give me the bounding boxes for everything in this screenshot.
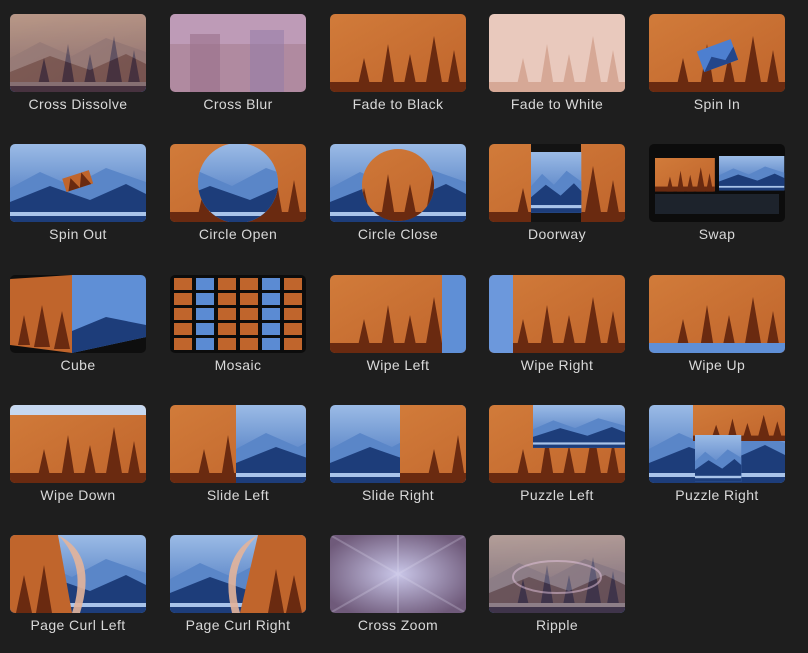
transition-label: Wipe Left (366, 357, 430, 373)
transition-label: Swap (698, 226, 736, 242)
transition-tile-cross-zoom[interactable]: Cross Zoom (330, 535, 466, 653)
transition-label: Wipe Right (520, 357, 594, 373)
transition-thumbnail (489, 405, 625, 483)
transition-label: Circle Open (198, 226, 278, 242)
transition-tile-wipe-right[interactable]: Wipe Right (489, 275, 625, 393)
transition-label: Doorway (527, 226, 587, 242)
transition-thumbnail (10, 144, 146, 222)
transition-thumbnail (10, 14, 146, 92)
transition-tile-slide-left[interactable]: Slide Left (170, 405, 306, 523)
transition-tile-spin-out[interactable]: Spin Out (10, 144, 146, 262)
transition-tile-cross-blur[interactable]: Cross Blur (170, 14, 306, 132)
transition-tile-ripple[interactable]: Ripple (489, 535, 625, 653)
transition-thumbnail (489, 535, 625, 613)
transition-tile-fade-to-white[interactable]: Fade to White (489, 14, 625, 132)
transition-thumbnail (170, 144, 306, 222)
transition-thumbnail (330, 144, 466, 222)
transition-tile-doorway[interactable]: Doorway (489, 144, 625, 262)
transition-thumbnail (170, 535, 306, 613)
transition-tile-page-curl-left[interactable]: Page Curl Left (10, 535, 146, 653)
transition-thumbnail (649, 275, 785, 353)
transition-label: Page Curl Right (185, 617, 291, 633)
transition-label: Cube (60, 357, 96, 373)
transition-tile-puzzle-right[interactable]: Puzzle Right (649, 405, 785, 523)
transition-thumbnail (170, 14, 306, 92)
transition-label: Wipe Up (688, 357, 746, 373)
transition-thumbnail (330, 535, 466, 613)
transition-thumbnail (170, 275, 306, 353)
transition-label: Mosaic (214, 357, 262, 373)
transition-label: Ripple (535, 617, 579, 633)
transition-tile-mosaic[interactable]: Mosaic (170, 275, 306, 393)
transition-thumbnail (489, 144, 625, 222)
transition-label: Slide Left (206, 487, 270, 503)
transition-label: Cross Zoom (357, 617, 439, 633)
transition-tile-spin-in[interactable]: Spin In (649, 14, 785, 132)
transition-tile-fade-to-black[interactable]: Fade to Black (330, 14, 466, 132)
transition-tile-circle-close[interactable]: Circle Close (330, 144, 466, 262)
transition-label: Puzzle Left (520, 487, 594, 503)
transition-label: Spin In (693, 96, 741, 112)
transition-tile-wipe-up[interactable]: Wipe Up (649, 275, 785, 393)
transition-label: Spin Out (49, 226, 107, 242)
transition-label: Wipe Down (40, 487, 116, 503)
transition-tile-slide-right[interactable]: Slide Right (330, 405, 466, 523)
transition-tile-cross-dissolve[interactable]: Cross Dissolve (10, 14, 146, 132)
transition-tile-wipe-down[interactable]: Wipe Down (10, 405, 146, 523)
transition-thumbnail (10, 405, 146, 483)
transition-thumbnail (10, 275, 146, 353)
transition-label: Fade to White (510, 96, 604, 112)
transition-label: Cross Dissolve (28, 96, 128, 112)
transition-tile-wipe-left[interactable]: Wipe Left (330, 275, 466, 393)
transition-label: Fade to Black (352, 96, 444, 112)
transition-thumbnail (649, 405, 785, 483)
transitions-browser: Cross Dissolve Cross Blur Fade to Black … (0, 0, 808, 649)
transition-label: Cross Blur (203, 96, 273, 112)
transition-thumbnail (489, 14, 625, 92)
transition-label: Puzzle Right (675, 487, 759, 503)
transition-label: Slide Right (361, 487, 435, 503)
transition-thumbnail (10, 535, 146, 613)
transition-thumbnail (649, 144, 785, 222)
transition-thumbnail (649, 14, 785, 92)
transition-thumbnail (330, 275, 466, 353)
transition-tile-puzzle-left[interactable]: Puzzle Left (489, 405, 625, 523)
transition-tile-page-curl-right[interactable]: Page Curl Right (170, 535, 306, 653)
transition-thumbnail (330, 14, 466, 92)
transition-tile-cube[interactable]: Cube (10, 275, 146, 393)
transition-tile-swap[interactable]: Swap (649, 144, 785, 262)
transition-thumbnail (330, 405, 466, 483)
transition-thumbnail (170, 405, 306, 483)
transition-thumbnail (489, 275, 625, 353)
transition-tile-circle-open[interactable]: Circle Open (170, 144, 306, 262)
transition-label: Circle Close (357, 226, 439, 242)
transition-label: Page Curl Left (30, 617, 126, 633)
